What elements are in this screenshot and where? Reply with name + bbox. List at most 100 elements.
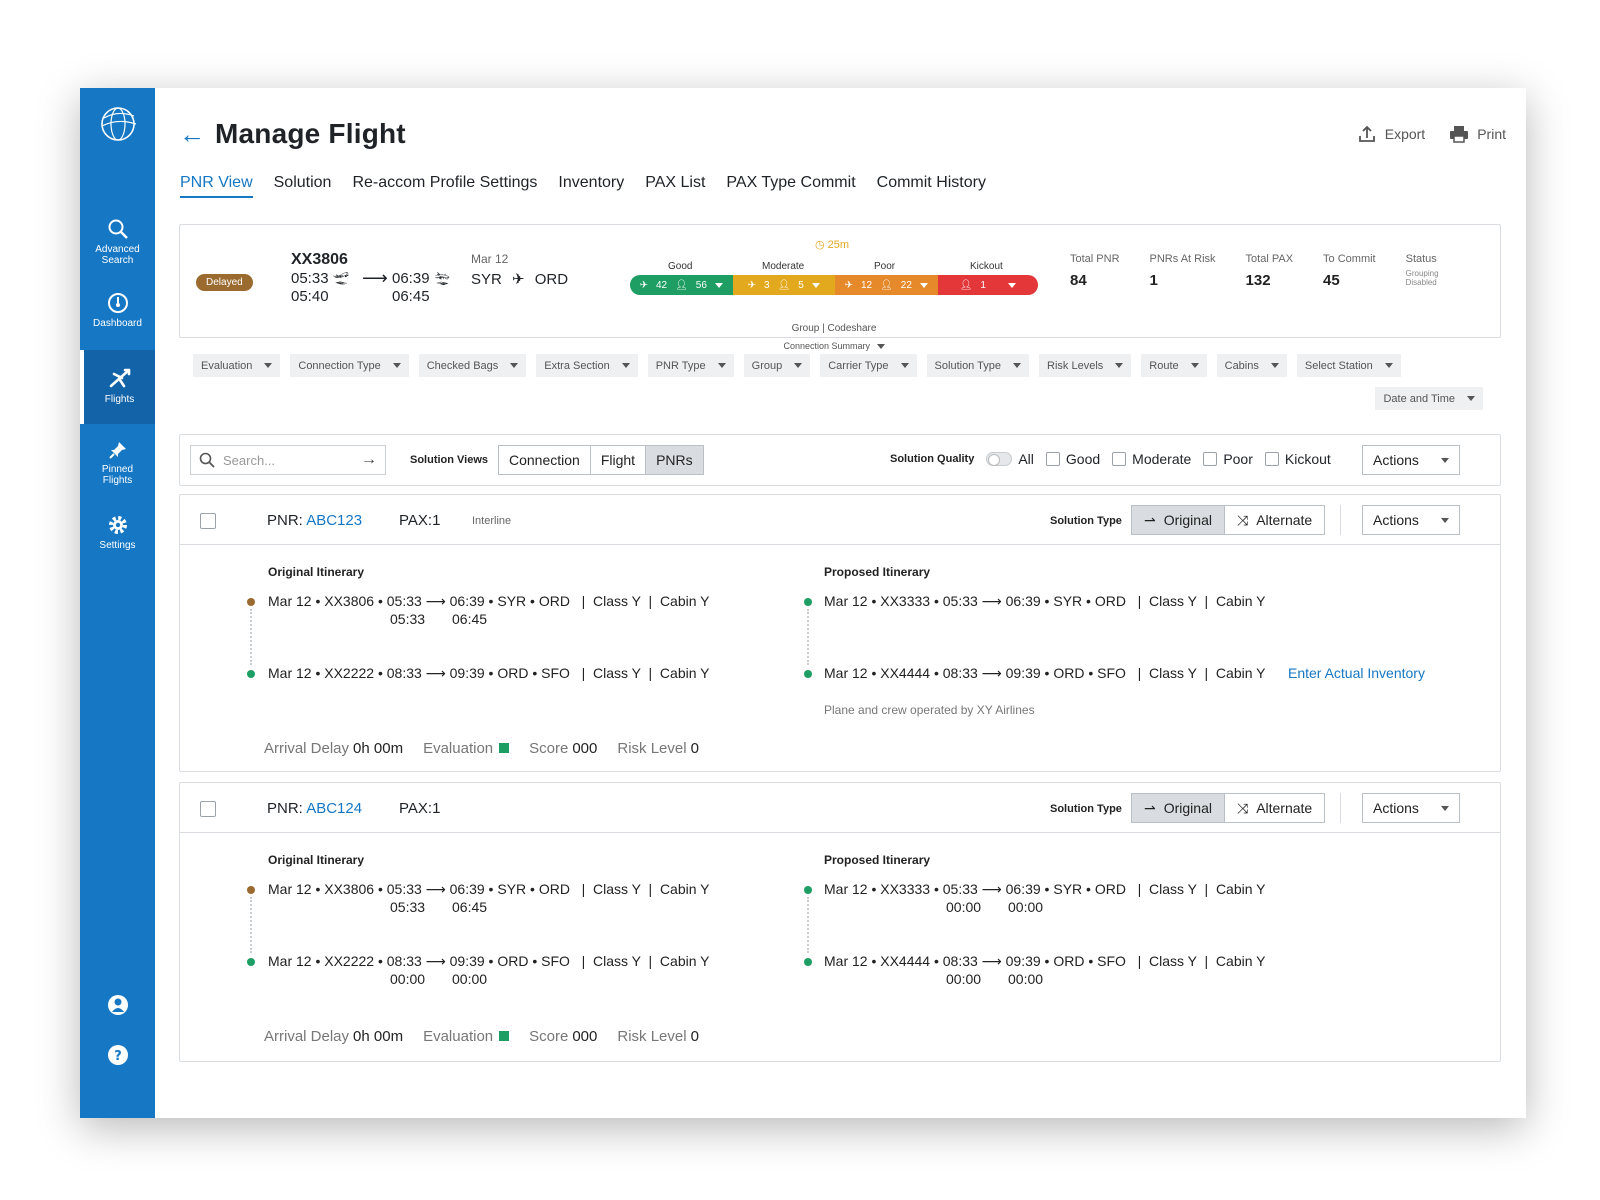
person-icon: 👤︎ bbox=[959, 279, 973, 291]
good-checkbox[interactable] bbox=[1045, 452, 1060, 466]
evaluation-label: Evaluation bbox=[423, 740, 494, 757]
original-leg-1: Mar 12 • XX3806 • 05:33 ⟶ 06:39 • SYR • … bbox=[268, 881, 710, 915]
alternate-route-icon: ⤨ bbox=[1236, 511, 1249, 528]
help-icon[interactable]: ? bbox=[107, 1044, 129, 1066]
tab-commit-history[interactable]: Commit History bbox=[877, 174, 986, 198]
print-button[interactable]: Print bbox=[1449, 124, 1506, 144]
moderate-pax-count: 5 bbox=[798, 279, 804, 291]
search-box[interactable]: Search... → bbox=[190, 445, 386, 475]
pnr-checkbox[interactable] bbox=[200, 801, 216, 817]
arrival-delay-label: Arrival Delay bbox=[264, 740, 350, 757]
chevron-down-icon bbox=[1441, 517, 1449, 523]
flight-summary-card: Delayed XX3806 05:33 🛫︎ 05:40 ⟶ 06:39 🛬︎… bbox=[179, 224, 1501, 351]
chevron-down-icon bbox=[714, 282, 723, 288]
risk-level-value: 0 bbox=[690, 740, 699, 757]
sidebar-item-label: Advanced Search bbox=[95, 244, 140, 266]
app-window: Advanced Search Dashboard Flights Pinned… bbox=[80, 88, 1526, 1118]
pnr-actions-dropdown[interactable]: Actions bbox=[1362, 505, 1460, 535]
arrival-actual: 06:45 bbox=[392, 288, 430, 305]
solution-views-toggle: Connection Flight PNRs bbox=[498, 445, 704, 475]
poor-checkbox[interactable] bbox=[1203, 452, 1218, 466]
filter-evaluation[interactable]: Evaluation bbox=[193, 354, 281, 377]
toolbar-actions-dropdown[interactable]: Actions bbox=[1362, 445, 1460, 475]
arrival-delay-value: 0h 00m bbox=[353, 740, 404, 757]
interline-tag: Interline bbox=[472, 515, 512, 527]
back-arrow-icon[interactable]: ← bbox=[179, 119, 205, 150]
enter-actual-inventory-link[interactable]: Enter Actual Inventory bbox=[1288, 665, 1425, 681]
arrow-right-icon[interactable]: → bbox=[361, 451, 377, 469]
tab-reaccom-profile-settings[interactable]: Re-accom Profile Settings bbox=[352, 174, 537, 198]
filter-select-station[interactable]: Select Station bbox=[1296, 354, 1401, 377]
filter-risk-levels[interactable]: Risk Levels bbox=[1039, 354, 1132, 377]
tab-solution[interactable]: Solution bbox=[274, 174, 332, 198]
filter-label: Checked Bags bbox=[426, 359, 499, 372]
actions-label: Actions bbox=[1373, 800, 1419, 816]
solution-type-label: Solution Type bbox=[1050, 515, 1122, 527]
original-leg-2: Mar 12 • XX2222 • 08:33 ⟶ 09:39 • ORD • … bbox=[268, 665, 710, 682]
chevron-down-icon bbox=[919, 282, 928, 288]
status-dot bbox=[804, 886, 812, 894]
quality-segment-moderate[interactable]: ✈ 3 👤︎ 5 bbox=[732, 275, 835, 295]
original-leg-2: Mar 12 • XX2222 • 08:33 ⟶ 09:39 • ORD • … bbox=[268, 953, 710, 987]
tab-inventory[interactable]: Inventory bbox=[558, 174, 624, 198]
chevron-down-icon bbox=[876, 344, 885, 349]
original-button[interactable]: ⇀ Original bbox=[1132, 506, 1225, 534]
flight-number: XX3806 bbox=[291, 251, 348, 268]
leg-text: Mar 12 • XX3333 • 05:33 ⟶ 06:39 • SYR • … bbox=[824, 881, 1266, 897]
risk-level-label: Risk Level bbox=[617, 1028, 687, 1045]
alternate-label: Alternate bbox=[1256, 800, 1313, 816]
quality-segment-poor[interactable]: ✈ 12 👤︎ 22 bbox=[835, 275, 938, 295]
filter-route[interactable]: Route bbox=[1141, 354, 1207, 377]
filter-solution-type[interactable]: Solution Type bbox=[926, 354, 1030, 377]
tab-pax-list[interactable]: PAX List bbox=[645, 174, 705, 198]
moderate-checkbox[interactable] bbox=[1112, 452, 1127, 466]
connection-summary-toggle[interactable]: Connection Summary bbox=[630, 341, 1038, 351]
filter-carrier-type[interactable]: Carrier Type bbox=[820, 354, 917, 377]
kickout-checkbox[interactable] bbox=[1264, 452, 1279, 466]
filter-connection-type[interactable]: Connection Type bbox=[290, 354, 409, 377]
pnr-code-link[interactable]: ABC124 bbox=[306, 800, 362, 817]
alternate-button[interactable]: ⤨ Alternate bbox=[1225, 506, 1324, 534]
pnr-actions-dropdown[interactable]: Actions bbox=[1362, 793, 1460, 823]
filter-group[interactable]: Group bbox=[743, 354, 811, 377]
pnr-metrics: Arrival Delay 0h 00m Evaluation Score 000 … bbox=[264, 1028, 699, 1045]
filter-pnr-type[interactable]: PNR Type bbox=[647, 354, 734, 377]
sidebar-item-dashboard[interactable]: Dashboard bbox=[80, 292, 155, 329]
all-toggle[interactable] bbox=[986, 452, 1013, 466]
export-button[interactable]: Export bbox=[1357, 124, 1425, 144]
filter-extra-section[interactable]: Extra Section bbox=[536, 354, 638, 377]
quality-segment-kickout[interactable]: 👤︎ 1 bbox=[937, 275, 1038, 295]
alternate-button[interactable]: ⤨ Alternate bbox=[1225, 794, 1324, 822]
sidebar-item-flights[interactable]: Flights bbox=[80, 350, 155, 424]
sidebar-item-advanced-search[interactable]: Advanced Search bbox=[80, 218, 155, 266]
poor-label: Poor bbox=[1223, 451, 1253, 467]
connection-summary-label: Connection Summary bbox=[783, 341, 871, 351]
view-flight[interactable]: Flight bbox=[591, 446, 647, 474]
quality-labels: Good Moderate Poor Kickout bbox=[630, 247, 1038, 275]
tab-pnr-view[interactable]: PNR View bbox=[180, 174, 253, 198]
user-icon[interactable] bbox=[107, 994, 129, 1016]
search-input[interactable]: Search... bbox=[223, 453, 275, 468]
globe-logo-icon[interactable] bbox=[98, 104, 138, 144]
tab-pax-type-commit[interactable]: PAX Type Commit bbox=[726, 174, 855, 198]
chevron-down-icon bbox=[811, 282, 820, 288]
view-pnrs[interactable]: PNRs bbox=[646, 446, 703, 474]
sidebar-item-pinned-flights[interactable]: Pinned Flights bbox=[80, 440, 155, 486]
flight-date: Mar 12 bbox=[471, 252, 509, 266]
operated-by-note: Plane and crew operated by XY Airlines bbox=[824, 703, 1035, 717]
sidebar-item-settings[interactable]: Settings bbox=[80, 514, 155, 551]
sidebar: Advanced Search Dashboard Flights Pinned… bbox=[80, 88, 155, 1118]
view-connection[interactable]: Connection bbox=[499, 446, 591, 474]
pnr-checkbox[interactable] bbox=[200, 513, 216, 529]
kickout-pax-count: 1 bbox=[980, 279, 986, 291]
pnr-code-link[interactable]: ABC123 bbox=[306, 512, 362, 529]
pnr-prefix: PNR: bbox=[267, 800, 303, 817]
original-button[interactable]: ⇀ Original bbox=[1132, 794, 1225, 822]
quality-segment-good[interactable]: ✈ 42 👤︎ 56 bbox=[630, 275, 733, 295]
risk-level: Risk Level 0 bbox=[617, 740, 699, 757]
svg-text:?: ? bbox=[114, 1049, 122, 1064]
filter-cabins[interactable]: Cabins bbox=[1216, 354, 1287, 377]
filter-date-and-time[interactable]: Date and Time bbox=[1375, 387, 1483, 410]
printer-icon bbox=[1450, 126, 1469, 143]
filter-checked-bags[interactable]: Checked Bags bbox=[418, 354, 527, 377]
